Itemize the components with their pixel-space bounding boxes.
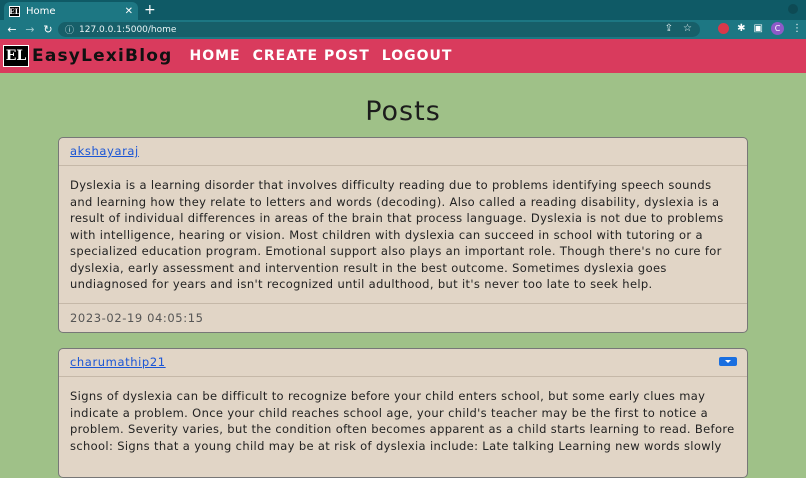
extension-icon[interactable]: [718, 23, 730, 34]
browser-tab[interactable]: EL Home ✕: [4, 2, 138, 20]
bookmark-star-icon[interactable]: ☆: [683, 23, 692, 34]
forward-icon[interactable]: →: [21, 23, 39, 36]
new-tab-icon[interactable]: +: [144, 2, 156, 18]
post-body: Dyslexia is a learning disorder that inv…: [70, 178, 724, 291]
nav-home-link[interactable]: HOME: [189, 48, 240, 64]
site-navbar: EL EasyLexiBlog HOME CREATE POST LOGOUT: [0, 39, 806, 73]
address-bar[interactable]: ⓘ 127.0.0.1:5000/home ⇪ ☆: [58, 22, 700, 37]
post-author-link[interactable]: charumathip21: [70, 355, 166, 369]
site-info-icon[interactable]: ⓘ: [65, 23, 74, 36]
url-text: 127.0.0.1:5000/home: [79, 24, 177, 35]
post-header: charumathip21: [59, 349, 747, 377]
browser-toolbar: ← → ↻ ⓘ 127.0.0.1:5000/home ⇪ ☆ ✱ ▣ C ⋮: [0, 20, 806, 39]
site-logo[interactable]: EL: [3, 45, 29, 67]
post-header: akshayaraj: [59, 138, 747, 166]
post-body: Signs of dyslexia can be difficult to re…: [70, 389, 735, 453]
puzzle-extensions-icon[interactable]: ✱: [737, 23, 745, 34]
post-options-dropdown[interactable]: [719, 357, 737, 366]
browser-tab-strip: EL Home ✕ +: [0, 0, 806, 20]
browser-menu-icon[interactable]: ⋮: [792, 23, 802, 34]
post-card: charumathip21 Signs of dyslexia can be d…: [58, 348, 748, 478]
brand-name[interactable]: EasyLexiBlog: [32, 46, 172, 66]
reload-icon[interactable]: ↻: [39, 23, 57, 36]
nav-create-post-link[interactable]: CREATE POST: [253, 48, 370, 64]
favicon-icon: EL: [9, 5, 20, 17]
side-panel-icon[interactable]: ▣: [754, 23, 763, 34]
caret-down-icon: [725, 360, 731, 363]
tab-title: Home: [26, 5, 56, 17]
nav-logout-link[interactable]: LOGOUT: [382, 48, 453, 64]
post-card: akshayaraj Dyslexia is a learning disord…: [58, 137, 748, 333]
post-author-link[interactable]: akshayaraj: [70, 144, 139, 158]
tab-search-icon[interactable]: [788, 4, 798, 14]
back-icon[interactable]: ←: [3, 23, 21, 36]
close-tab-icon[interactable]: ✕: [125, 6, 133, 17]
post-timestamp: 2023-02-19 04:05:15: [59, 302, 747, 332]
profile-avatar[interactable]: C: [771, 22, 784, 35]
share-icon[interactable]: ⇪: [665, 23, 673, 34]
page-title: Posts: [365, 96, 441, 127]
